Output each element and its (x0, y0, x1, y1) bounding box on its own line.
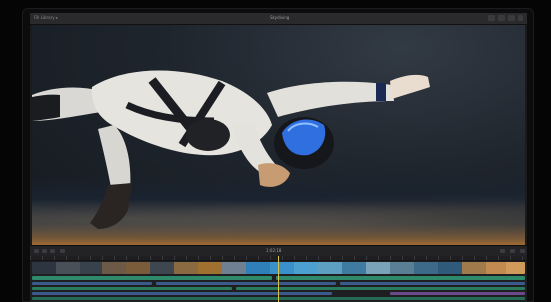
index-icon[interactable] (34, 249, 39, 253)
final-cut-window: Fill Library ▸ Skydiving 1:02:18 (30, 13, 527, 302)
video-viewer[interactable] (32, 25, 525, 245)
app-toolbar: Fill Library ▸ Skydiving (30, 13, 527, 25)
audio-clip[interactable] (32, 276, 272, 280)
video-clip[interactable] (340, 282, 525, 285)
playhead[interactable] (278, 256, 279, 302)
share-icon[interactable] (508, 15, 515, 21)
timeline[interactable] (30, 256, 527, 302)
video-clip[interactable] (32, 292, 332, 295)
redo-icon[interactable] (50, 249, 55, 253)
keyword-icon[interactable] (498, 15, 505, 21)
skydiver-image (32, 70, 430, 229)
audio-clip[interactable] (236, 287, 525, 290)
inspector-icon[interactable] (518, 15, 523, 21)
video-clip[interactable] (156, 282, 336, 285)
library-label[interactable]: Fill Library ▸ (34, 15, 58, 20)
undo-icon[interactable] (42, 249, 47, 253)
select-tool-icon[interactable] (60, 249, 65, 253)
audio-clip[interactable] (32, 287, 232, 290)
import-icon[interactable] (488, 15, 495, 21)
audio-clip[interactable] (276, 276, 525, 280)
clip-appearance-icon[interactable] (500, 249, 505, 253)
transitions-icon[interactable] (520, 249, 525, 253)
video-clip[interactable] (32, 282, 152, 285)
viewer-title: Skydiving (270, 15, 290, 20)
timecode-display: 1:02:18 (266, 248, 282, 253)
effects-icon[interactable] (510, 249, 515, 253)
title-clip[interactable] (390, 292, 525, 295)
